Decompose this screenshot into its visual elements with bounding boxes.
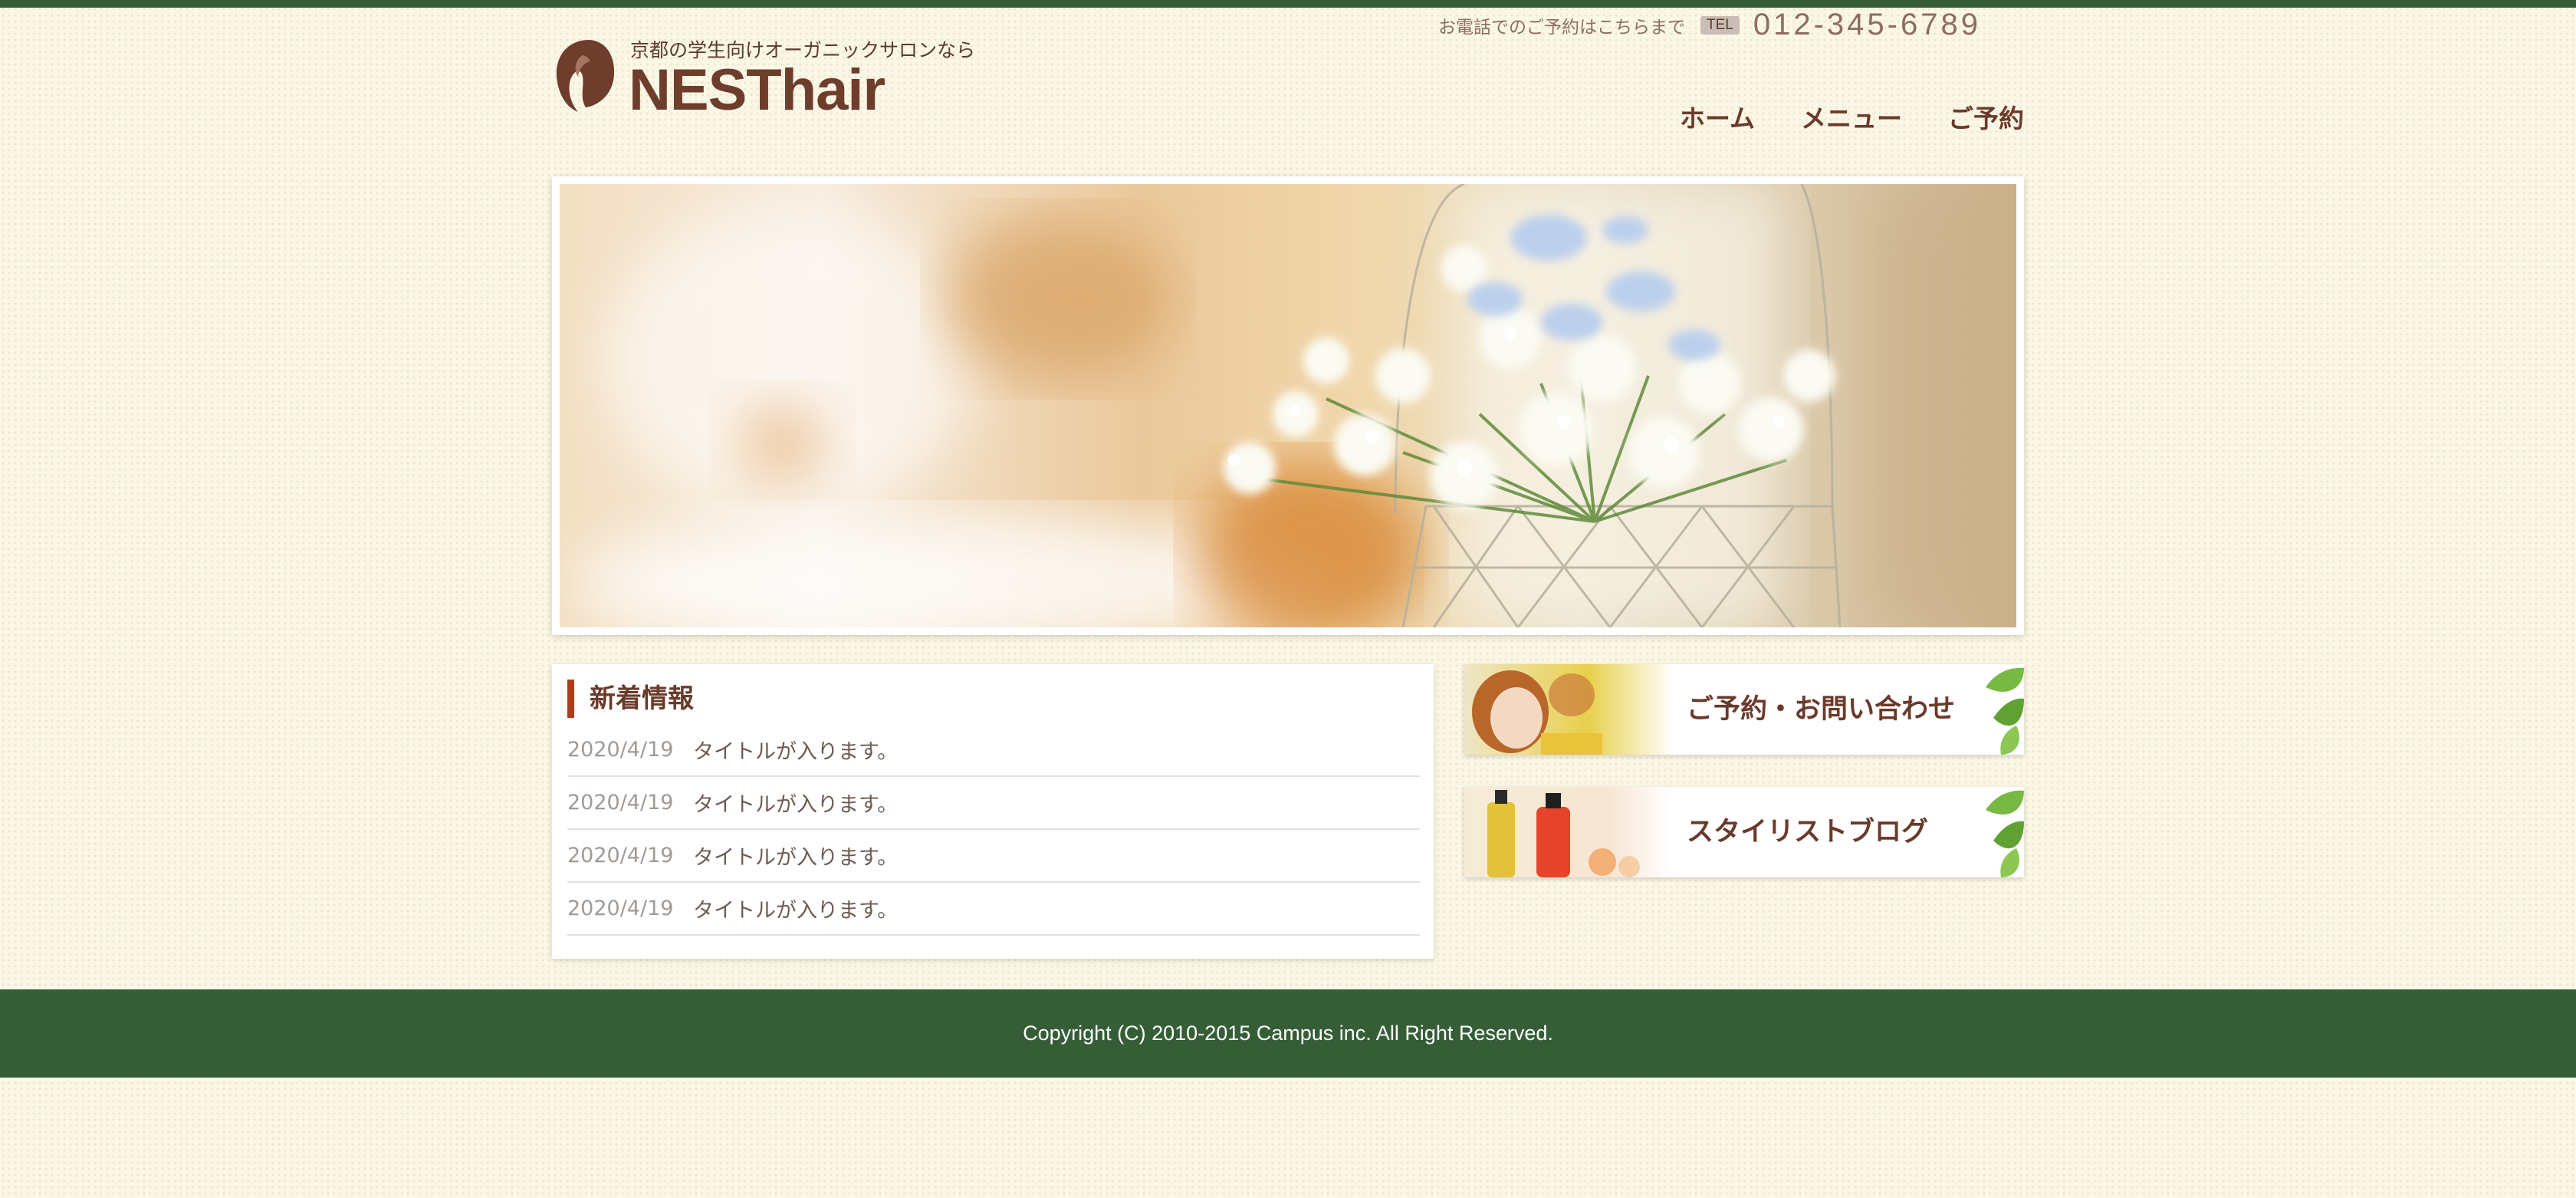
hero-banner <box>552 176 2024 635</box>
phone-number[interactable]: 012-345-6789 <box>1753 8 1981 42</box>
copyright-text: Copyright (C) 2010-2015 Campus inc. All … <box>1023 1022 1553 1045</box>
site-logo-text[interactable]: NESThair <box>629 61 886 120</box>
news-item[interactable]: 2020/4/19 タイトルが入ります。 <box>567 883 1420 936</box>
reservation-banner[interactable]: ご予約・お問い合わせ <box>1464 664 2024 755</box>
site-footer: Copyright (C) 2010-2015 Campus inc. All … <box>0 989 2576 1078</box>
news-list: 2020/4/19 タイトルが入ります。 2020/4/19 タイトルが入ります… <box>567 724 1420 936</box>
main-nav: ホーム メニュー ご予約 <box>1680 98 2024 135</box>
phone-note: お電話でのご予約はこちらまで <box>1438 17 1685 38</box>
news-title-link[interactable]: タイトルが入ります。 <box>693 735 898 765</box>
news-heading: 新着情報 <box>567 680 694 718</box>
news-title-link[interactable]: タイトルが入ります。 <box>693 894 898 923</box>
phone-contact: お電話でのご予約はこちらまで TEL 012-345-6789 <box>1438 8 1981 42</box>
leaf-icon <box>1986 667 2024 755</box>
stylist-blog-banner[interactable]: スタイリストブログ <box>1464 787 2024 877</box>
news-item[interactable]: 2020/4/19 タイトルが入ります。 <box>567 777 1420 830</box>
news-date: 2020/4/19 <box>567 844 674 867</box>
hair-products-photo <box>1464 787 1671 877</box>
news-item[interactable]: 2020/4/19 タイトルが入ります。 <box>567 830 1420 883</box>
nav-item-menu[interactable]: メニュー <box>1801 98 1902 135</box>
nav-item-home[interactable]: ホーム <box>1680 98 1755 135</box>
reservation-banner-label: ご予約・お問い合わせ <box>1687 694 1956 725</box>
hair-silhouette-icon[interactable] <box>552 37 616 114</box>
news-date: 2020/4/19 <box>567 791 674 815</box>
news-date: 2020/4/19 <box>567 738 674 762</box>
leaf-icon <box>1986 790 2024 877</box>
news-date: 2020/4/19 <box>567 897 674 920</box>
top-accent-bar <box>0 0 2576 8</box>
hero-image <box>560 184 2016 627</box>
news-title-link[interactable]: タイトルが入ります。 <box>693 841 898 871</box>
news-panel: 新着情報 2020/4/19 タイトルが入ります。 2020/4/19 タイトル… <box>552 664 1434 959</box>
news-title-link[interactable]: タイトルが入ります。 <box>693 788 898 818</box>
stylist-blog-banner-label: スタイリストブログ <box>1687 817 1929 847</box>
flower-arrangement-illustration <box>575 184 2016 627</box>
model-photo <box>1464 664 1671 755</box>
tel-badge: TEL <box>1700 15 1740 35</box>
nav-item-reservation[interactable]: ご予約 <box>1948 98 2024 135</box>
news-item[interactable]: 2020/4/19 タイトルが入ります。 <box>567 724 1420 777</box>
